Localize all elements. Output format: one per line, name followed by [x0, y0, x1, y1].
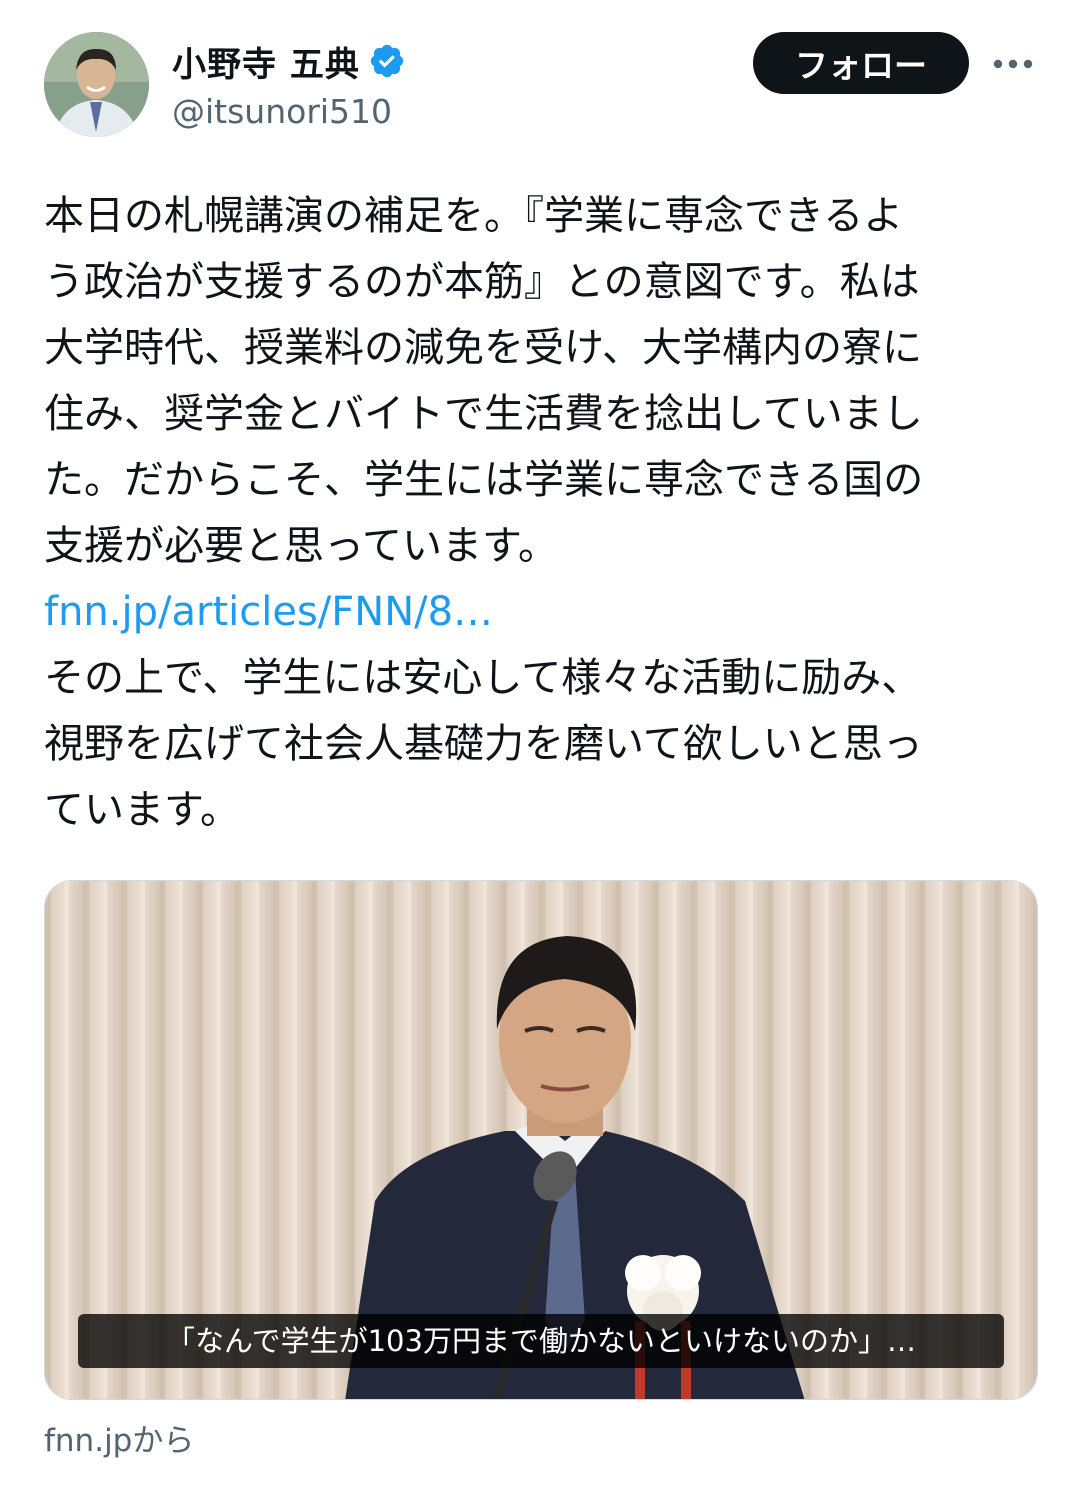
follow-button[interactable]: フォロー: [753, 32, 969, 94]
tweet-text: 本日の札幌講演の補足を。『学業に専念できるよ う政治が支援するのが本筋』との意図…: [44, 183, 1044, 843]
tweet-link[interactable]: fnn.jp/articles/FNN/8…: [44, 579, 1044, 645]
tweet-text-line: 視野を広げて社会人基礎力を磨いて欲しいと思っ: [44, 721, 923, 767]
tweet-text-line: 本日の札幌講演の補足を。『学業に専念できるよ: [44, 193, 904, 239]
author-name-row: 小野寺 五典: [172, 37, 406, 86]
verified-badge-icon: [370, 44, 404, 78]
tweet-text-line: 支援が必要と思っています。: [44, 523, 558, 569]
more-horizontal-icon: [993, 59, 1033, 69]
author-display-name[interactable]: 小野寺 五典: [172, 37, 360, 86]
video-caption: 「なんで学生が103万円まで働かないといけないのか」…: [78, 1314, 1004, 1368]
card-source[interactable]: fnn.jpから: [44, 1415, 194, 1460]
avatar[interactable]: [44, 32, 149, 137]
link-card[interactable]: 「なんで学生が103万円まで働かないといけないのか」…: [44, 880, 1038, 1400]
more-options-button[interactable]: [990, 44, 1036, 84]
avatar-photo: [44, 32, 149, 137]
tweet-text-line: う政治が支援するのが本筋』との意図です。私は: [44, 259, 920, 305]
tweet-text-line: た。だからこそ、学生には学業に専念できる国の: [44, 457, 924, 503]
tweet-text-line: 住み、奨学金とバイトで生活費を捻出していまし: [44, 391, 923, 437]
tweet-text-line: その上で、学生には安心して様々な活動に励み、: [44, 655, 922, 701]
tweet-text-line: 大学時代、授業料の減免を受け、大学構内の寮に: [44, 325, 922, 371]
author-handle[interactable]: @itsunori510: [172, 92, 392, 131]
tweet-text-line: ています。: [44, 787, 240, 833]
